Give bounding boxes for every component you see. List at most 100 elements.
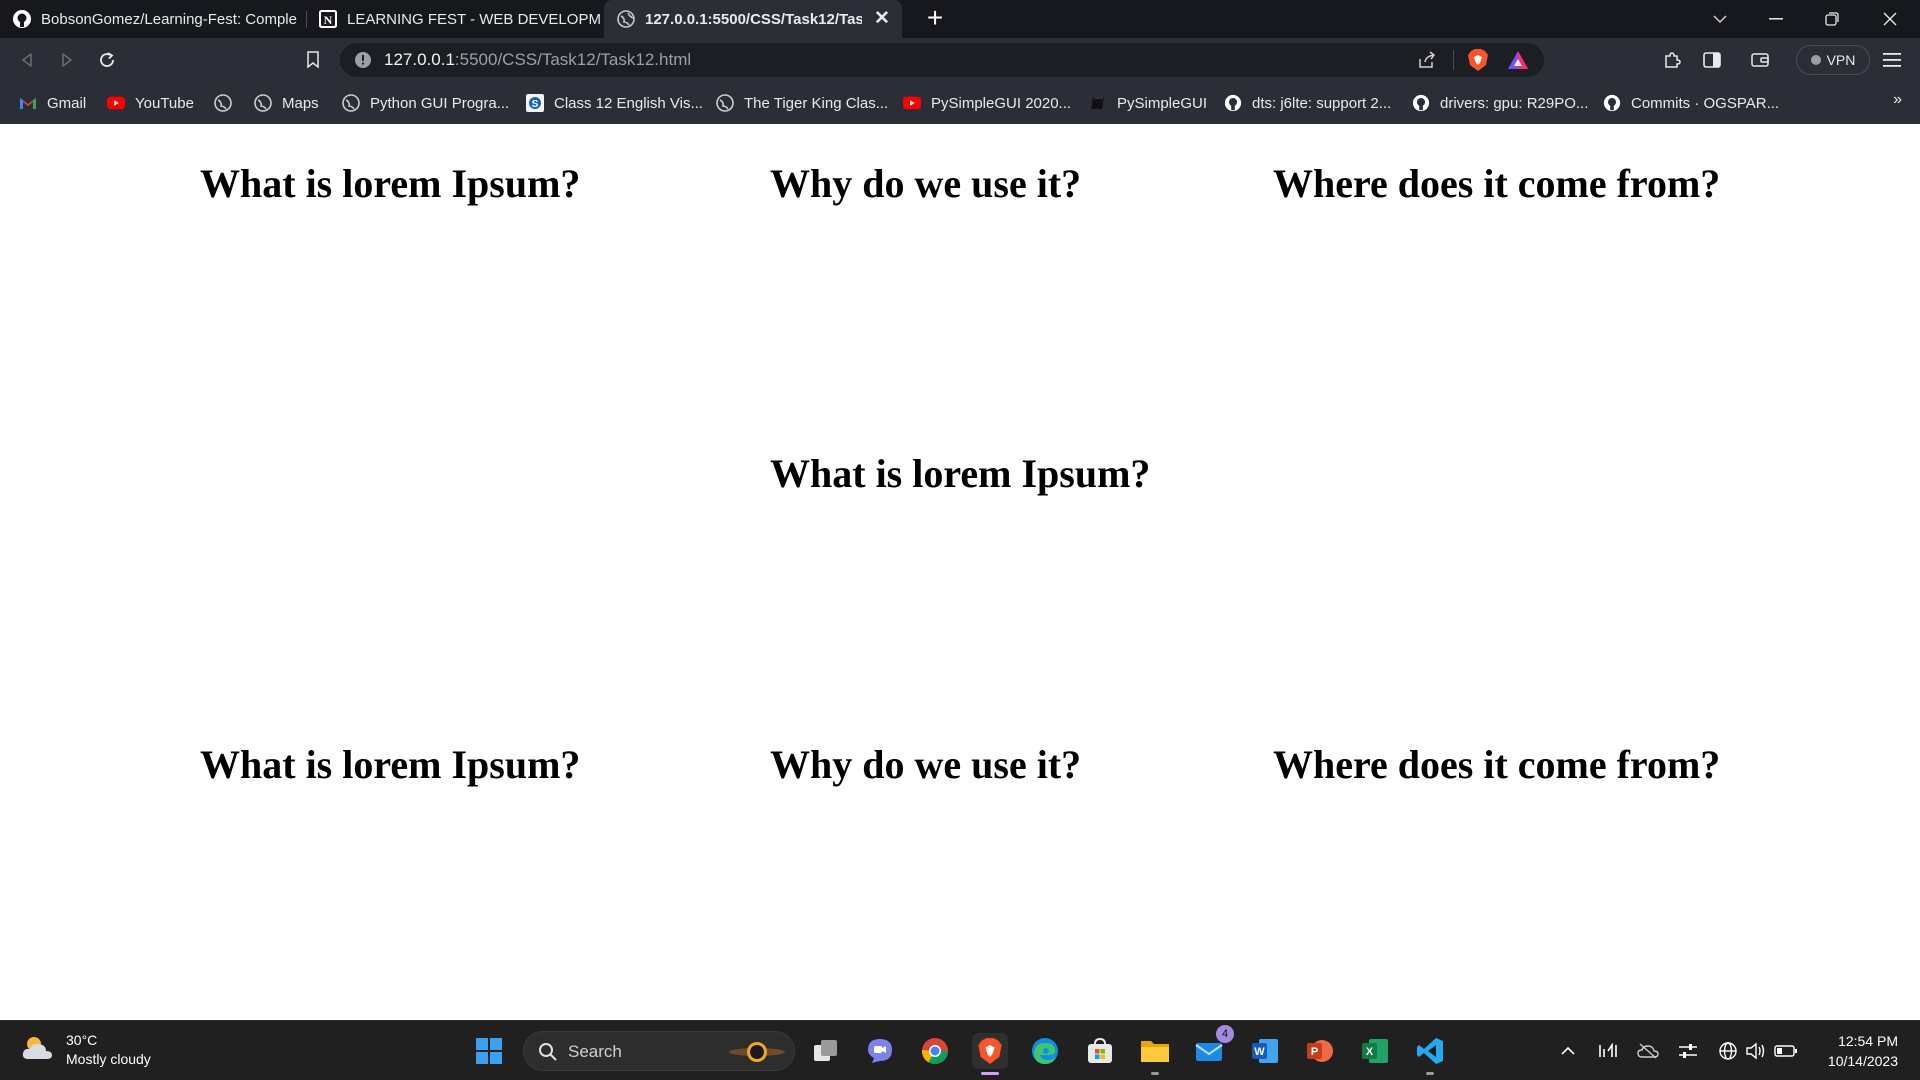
powerpoint-icon[interactable]: P — [1302, 1033, 1338, 1069]
site-icon: S — [526, 94, 544, 112]
menu-icon[interactable] — [1878, 46, 1906, 74]
youtube-icon — [107, 94, 125, 112]
start-button[interactable] — [471, 1033, 507, 1069]
teams-chat-icon[interactable] — [862, 1033, 898, 1069]
task-view-icon[interactable] — [808, 1033, 844, 1069]
bookmark-label: Commits · OGSPAR... — [1631, 94, 1780, 112]
url-path: :5500/CSS/Task12/Task12.html — [454, 50, 692, 69]
network-globe-icon[interactable] — [1716, 1039, 1740, 1063]
address-bar[interactable]: 127.0.0.1:5500/CSS/Task12/Task12.html — [340, 43, 1544, 77]
restore-button[interactable] — [1804, 0, 1860, 38]
svg-text:N: N — [324, 13, 333, 27]
bookmark-label: Python GUI Progra... — [370, 94, 510, 112]
wallet-icon[interactable] — [1746, 46, 1774, 74]
search-icon — [538, 1042, 558, 1067]
brave-shields-icon[interactable] — [1467, 48, 1489, 77]
svg-text:X: X — [1366, 1046, 1374, 1058]
forward-icon[interactable] — [53, 46, 81, 74]
bookmark-pysimplegui[interactable]: PySimpleGUI — [1089, 91, 1207, 115]
bookmark-pysimplegui-2020[interactable]: PySimpleGUI 2020... — [903, 91, 1071, 115]
excel-icon[interactable]: X — [1357, 1033, 1393, 1069]
bookmark-label: Class 12 English Vis... — [554, 94, 703, 112]
vpn-button[interactable]: VPN — [1796, 45, 1870, 75]
heading-row3-col1: What is lorem Ipsum? — [200, 742, 581, 787]
vscode-icon[interactable] — [1412, 1033, 1448, 1075]
sidebar-icon[interactable] — [1698, 46, 1726, 74]
new-tab-button[interactable]: + — [918, 2, 952, 36]
bookmark-maps[interactable]: Maps — [254, 91, 319, 115]
brave-taskbar-icon[interactable] — [972, 1033, 1008, 1075]
reload-icon[interactable] — [93, 46, 121, 74]
gmail-icon — [19, 94, 37, 112]
youtube-icon — [903, 94, 921, 112]
brave-rewards-icon[interactable] — [1507, 49, 1529, 76]
site-info-icon[interactable] — [354, 51, 372, 74]
running-indicator — [1151, 1072, 1159, 1075]
bookmark-label: Gmail — [47, 94, 87, 112]
vpn-label: VPN — [1826, 52, 1856, 68]
running-indicator — [1426, 1072, 1434, 1075]
file-explorer-icon[interactable] — [1137, 1033, 1173, 1075]
edge-icon[interactable] — [1027, 1033, 1063, 1069]
tab-github[interactable]: BobsonGomez/Learning-Fest: Comple — [0, 0, 306, 38]
bookmark-globe[interactable] — [214, 91, 242, 115]
weather-condition: Mostly cloudy — [66, 1051, 151, 1067]
tab-search-chevron-icon[interactable] — [1692, 0, 1748, 38]
bookmark-class12-english[interactable]: S Class 12 English Vis... — [526, 91, 703, 115]
heading-row1-col1: What is lorem Ipsum? — [200, 161, 581, 206]
page-viewport: What is lorem Ipsum? Why do we use it? W… — [0, 124, 1920, 1020]
clock-time: 12:54 PM — [1838, 1033, 1898, 1049]
heading-middle: What is lorem Ipsum? — [770, 451, 1151, 496]
microsoft-store-icon[interactable] — [1082, 1033, 1118, 1069]
battery-icon[interactable] — [1774, 1039, 1798, 1063]
tab-notion[interactable]: N LEARNING FEST - WEB DEVELOPMENT — [306, 0, 602, 38]
notion-icon: N — [318, 9, 338, 29]
bookmarks-overflow-button[interactable]: » — [1893, 91, 1902, 109]
bookmark-gmail[interactable]: Gmail — [19, 91, 86, 115]
taskbar-search-box[interactable]: Search — [523, 1031, 795, 1071]
volume-icon[interactable] — [1744, 1039, 1768, 1063]
github-icon — [1412, 94, 1430, 112]
browser-toolbar: 127.0.0.1:5500/CSS/Task12/Task12.html VP… — [0, 38, 1920, 82]
globe-icon — [616, 9, 636, 29]
chrome-icon[interactable] — [917, 1033, 953, 1069]
tab-active-localhost[interactable]: 127.0.0.1:5500/CSS/Task12/Task12 ✕ — [604, 0, 902, 38]
tab-label: LEARNING FEST - WEB DEVELOPMENT — [347, 10, 602, 28]
extensions-icon[interactable] — [1658, 46, 1686, 74]
share-icon[interactable] — [1417, 50, 1437, 75]
onedrive-offline-icon[interactable] — [1636, 1039, 1660, 1063]
weather-widget[interactable]: 30°C Mostly cloudy — [20, 1031, 151, 1069]
heading-row1-col3: Where does it come from? — [1273, 161, 1721, 206]
mail-icon[interactable]: 4 — [1192, 1025, 1234, 1069]
word-icon[interactable]: W — [1247, 1033, 1283, 1069]
bookmark-tiger-king[interactable]: The Tiger King Clas... — [716, 91, 888, 115]
bookmark-youtube[interactable]: YouTube — [107, 91, 194, 115]
bookmark-label: Maps — [282, 94, 319, 112]
close-tab-icon[interactable]: ✕ — [872, 9, 892, 29]
settings-sliders-icon[interactable] — [1676, 1039, 1700, 1063]
cloudy-weather-icon — [20, 1033, 56, 1068]
globe-icon — [716, 94, 734, 112]
back-icon[interactable] — [13, 46, 41, 74]
bookmark-drivers-gpu[interactable]: drivers: gpu: R29PO... — [1412, 91, 1588, 115]
svg-text:W: W — [1254, 1046, 1265, 1058]
bookmark-commits-ogspar[interactable]: Commits · OGSPAR... — [1603, 91, 1779, 115]
bookmark-dts-j6lte[interactable]: dts: j6lte: support 2... — [1224, 91, 1391, 115]
running-indicator — [981, 1072, 999, 1075]
globe-icon — [214, 94, 232, 112]
svg-text:P: P — [1311, 1046, 1318, 1058]
heading-row3-col2: Why do we use it? — [770, 742, 1082, 787]
vpn-status-icon — [1810, 55, 1821, 65]
bookmark-label: YouTube — [135, 94, 194, 112]
close-window-button[interactable] — [1862, 0, 1918, 38]
url-host: 127.0.0.1 — [384, 50, 455, 69]
taskbar-clock[interactable]: 12:54 PM 10/14/2023 — [1828, 1031, 1898, 1071]
windows-taskbar: 30°C Mostly cloudy Search 4 W P X 12:54 … — [0, 1020, 1920, 1080]
minimize-button[interactable] — [1748, 0, 1804, 38]
show-hidden-icons-chevron-icon[interactable] — [1556, 1039, 1580, 1063]
bookmark-icon[interactable] — [299, 46, 327, 74]
meter-widget-icon[interactable] — [1596, 1039, 1620, 1063]
heading-row1-col2: Why do we use it? — [770, 161, 1082, 206]
bookmark-python-gui[interactable]: Python GUI Progra... — [342, 91, 509, 115]
url-text: 127.0.0.1:5500/CSS/Task12/Task12.html — [384, 50, 691, 70]
